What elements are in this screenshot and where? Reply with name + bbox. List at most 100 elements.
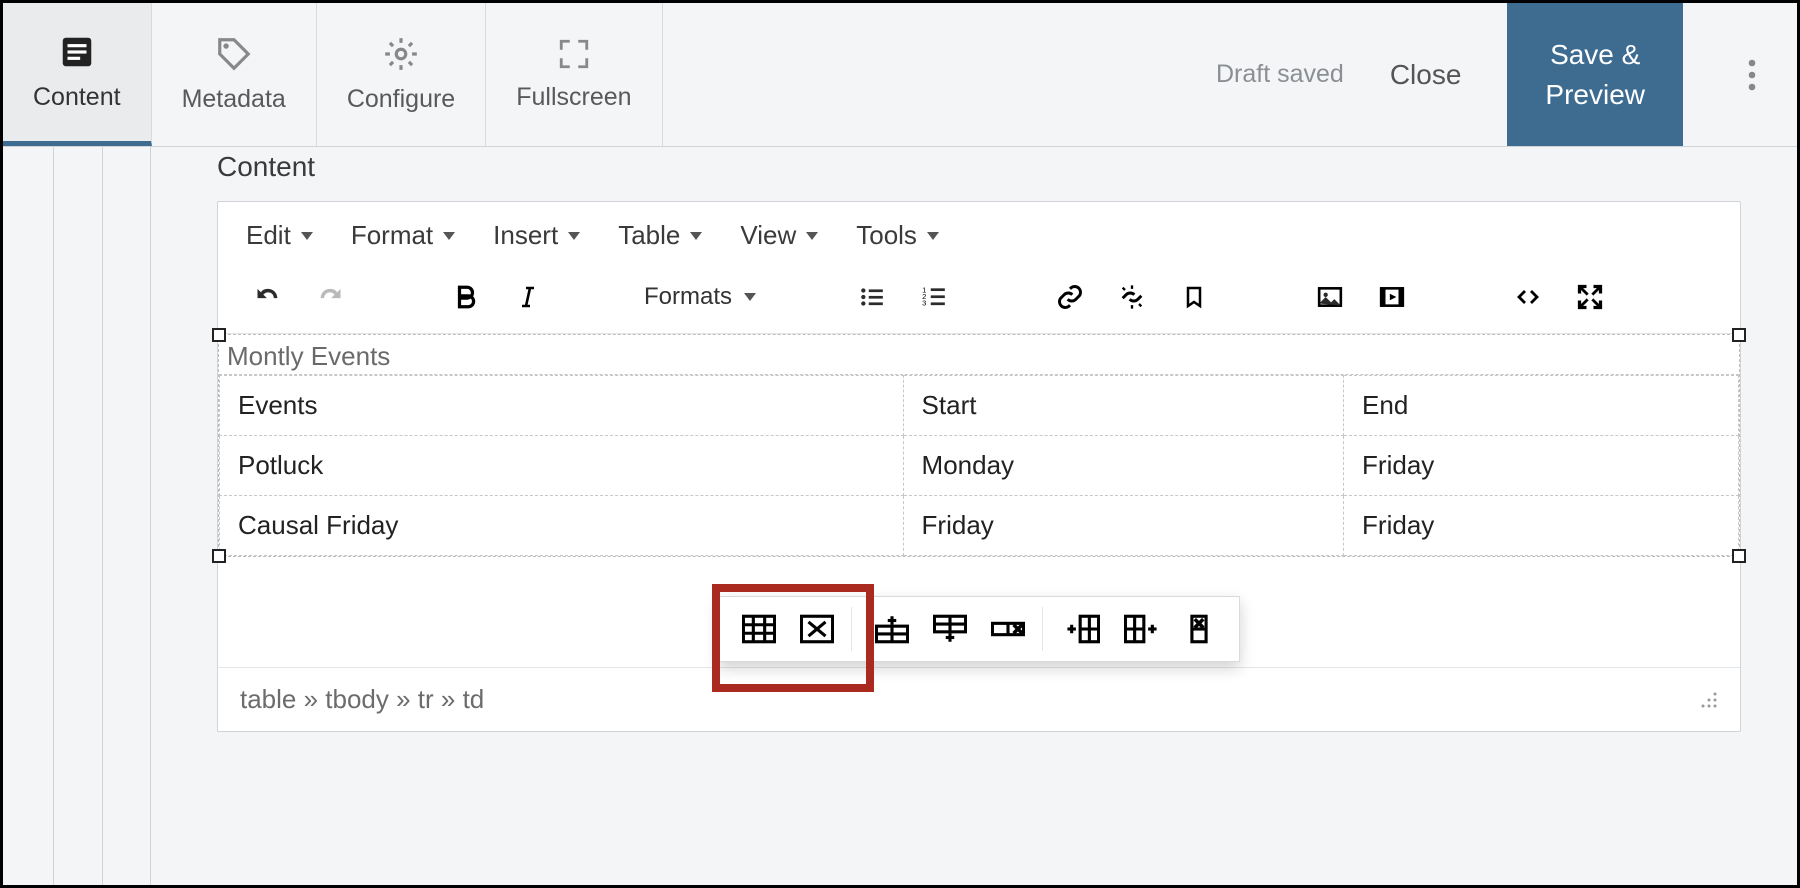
- code-icon: [1513, 285, 1543, 309]
- delete-table-icon: [800, 614, 834, 644]
- redo-button[interactable]: [310, 279, 350, 315]
- cell[interactable]: Monday: [903, 436, 1344, 496]
- undo-button[interactable]: [248, 279, 288, 315]
- delete-row-button[interactable]: [984, 607, 1032, 651]
- tab-content[interactable]: Content: [3, 3, 152, 146]
- resize-handle-tl[interactable]: [212, 328, 226, 342]
- bullet-list-icon: [857, 284, 887, 310]
- delete-row-icon: [991, 614, 1025, 644]
- tag-icon: [215, 35, 253, 73]
- image-button[interactable]: [1310, 279, 1350, 315]
- table-selection[interactable]: Montly Events Events Start End Potluck M…: [218, 334, 1740, 557]
- redo-icon: [316, 283, 344, 311]
- fullscreen-icon: [557, 37, 591, 71]
- resize-handle-br[interactable]: [1732, 549, 1746, 563]
- cell[interactable]: Friday: [903, 496, 1344, 556]
- italic-button[interactable]: [508, 279, 548, 315]
- formats-dropdown[interactable]: Formats: [634, 283, 766, 311]
- tab-fullscreen[interactable]: Fullscreen: [486, 3, 662, 146]
- menu-insert[interactable]: Insert: [493, 220, 580, 251]
- content-heading: Content: [217, 151, 1741, 183]
- tab-label: Configure: [347, 85, 455, 114]
- cell[interactable]: Friday: [1344, 436, 1739, 496]
- bullet-list-button[interactable]: [852, 279, 892, 315]
- caret-icon: [568, 232, 580, 240]
- col-before-icon: [1066, 614, 1100, 644]
- editor-statusbar: table » tbody » tr » td: [218, 667, 1740, 731]
- table-caption[interactable]: Montly Events: [219, 335, 1739, 375]
- bookmark-button[interactable]: [1174, 279, 1214, 315]
- caret-icon: [927, 232, 939, 240]
- link-button[interactable]: [1050, 279, 1090, 315]
- tab-label: Metadata: [182, 85, 286, 114]
- more-menu-button[interactable]: [1717, 58, 1787, 92]
- cell[interactable]: Friday: [1344, 496, 1739, 556]
- editor-frame: Edit Format Insert Table View Tools: [217, 201, 1741, 732]
- cell-header-end[interactable]: End: [1344, 376, 1739, 436]
- cell-header-start[interactable]: Start: [903, 376, 1344, 436]
- tab-label: Content: [33, 83, 121, 112]
- cell[interactable]: Potluck: [220, 436, 904, 496]
- cell-header-events[interactable]: Events: [220, 376, 904, 436]
- fullscreen-button[interactable]: [1570, 279, 1610, 315]
- delete-col-button[interactable]: [1175, 607, 1223, 651]
- resize-handle-bl[interactable]: [212, 549, 226, 563]
- element-path[interactable]: table » tbody » tr » td: [240, 684, 484, 715]
- insert-row-after-button[interactable]: [926, 607, 974, 651]
- cell[interactable]: Causal Friday: [220, 496, 904, 556]
- tab-metadata[interactable]: Metadata: [152, 3, 317, 146]
- bold-button[interactable]: [446, 279, 486, 315]
- editor-canvas[interactable]: Montly Events Events Start End Potluck M…: [218, 334, 1740, 667]
- menu-edit[interactable]: Edit: [246, 220, 313, 251]
- resize-grip-icon[interactable]: [1700, 691, 1718, 709]
- rulers: [53, 147, 54, 885]
- kebab-icon: [1748, 58, 1756, 92]
- tab-configure[interactable]: Configure: [317, 3, 486, 146]
- row-before-icon: [875, 614, 909, 644]
- save-preview-line1: Save &: [1550, 35, 1640, 74]
- close-button[interactable]: Close: [1378, 59, 1474, 91]
- editor-table[interactable]: Events Start End Potluck Monday Friday C…: [219, 375, 1739, 556]
- gear-icon: [382, 35, 420, 73]
- save-preview-button[interactable]: Save & Preview: [1507, 3, 1683, 146]
- table-row[interactable]: Causal Friday Friday Friday: [220, 496, 1739, 556]
- caret-icon: [744, 293, 756, 301]
- tab-label: Fullscreen: [516, 83, 631, 112]
- unlink-button[interactable]: [1112, 279, 1152, 315]
- unlink-icon: [1117, 283, 1147, 311]
- insert-row-before-button[interactable]: [868, 607, 916, 651]
- menu-tools[interactable]: Tools: [856, 220, 939, 251]
- insert-col-before-button[interactable]: [1059, 607, 1107, 651]
- row-after-icon: [933, 614, 967, 644]
- table-row[interactable]: Potluck Monday Friday: [220, 436, 1739, 496]
- page-body: Content Edit Format Insert Table View To…: [3, 147, 1797, 885]
- svg-text:3: 3: [922, 299, 926, 308]
- italic-icon: [516, 284, 540, 310]
- insert-col-after-button[interactable]: [1117, 607, 1165, 651]
- table-properties-button[interactable]: [735, 607, 783, 651]
- delete-col-icon: [1182, 614, 1216, 644]
- col-after-icon: [1124, 614, 1158, 644]
- undo-icon: [254, 283, 282, 311]
- number-list-button[interactable]: 123: [914, 279, 954, 315]
- menu-view[interactable]: View: [740, 220, 818, 251]
- content-area: Content Edit Format Insert Table View To…: [217, 151, 1741, 857]
- resize-handle-tr[interactable]: [1732, 328, 1746, 342]
- header-actions: Draft saved Close Save & Preview: [1216, 3, 1797, 146]
- editor-menubar: Edit Format Insert Table View Tools: [218, 202, 1740, 265]
- delete-table-button[interactable]: [793, 607, 841, 651]
- table-row[interactable]: Events Start End: [220, 376, 1739, 436]
- menu-format[interactable]: Format: [351, 220, 455, 251]
- table-toolbar: [718, 596, 1240, 662]
- source-button[interactable]: [1508, 279, 1548, 315]
- caret-icon: [806, 232, 818, 240]
- table-icon: [742, 614, 776, 644]
- menu-table[interactable]: Table: [618, 220, 702, 251]
- expand-icon: [1575, 283, 1605, 311]
- save-preview-line2: Preview: [1545, 75, 1645, 114]
- draft-status: Draft saved: [1216, 60, 1344, 89]
- image-icon: [1315, 284, 1345, 310]
- editor-toolbar: Formats 123: [218, 265, 1740, 334]
- number-list-icon: 123: [919, 284, 949, 310]
- media-button[interactable]: [1372, 279, 1412, 315]
